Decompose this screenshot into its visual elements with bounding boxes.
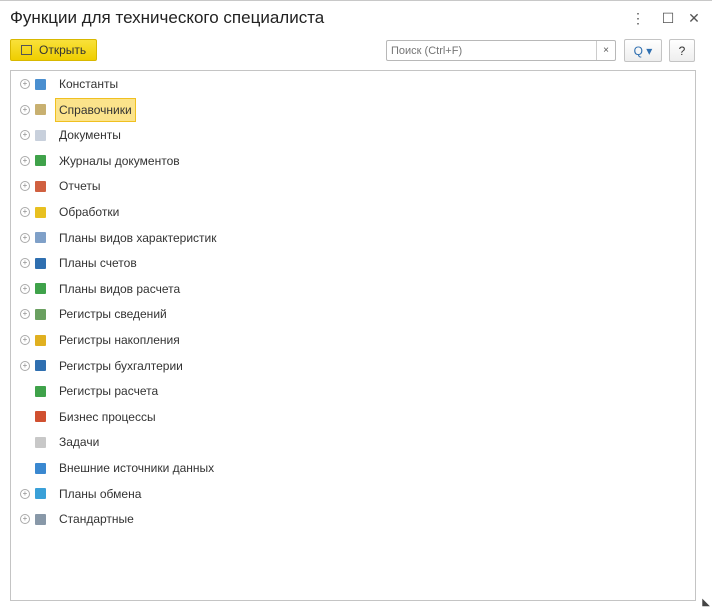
expand-icon[interactable]: + (20, 79, 30, 89)
object-type-icon (35, 436, 46, 448)
tree-item-label[interactable]: Задачи (55, 432, 103, 452)
tree-item-label[interactable]: Документы (55, 125, 125, 145)
object-type-icon (35, 104, 46, 116)
object-type-icon (35, 411, 46, 423)
maximize-icon[interactable]: ☐ (661, 10, 675, 27)
tree-item-label[interactable]: Регистры расчета (55, 381, 162, 401)
search-input[interactable] (387, 41, 596, 60)
expand-icon[interactable]: + (20, 181, 30, 192)
tree-item-label[interactable]: Регистры сведений (55, 304, 171, 324)
tree-item-label[interactable]: Справочники (55, 97, 136, 122)
object-type-icon (35, 308, 46, 320)
close-icon[interactable]: ✕ (687, 10, 701, 27)
object-type-icon (35, 283, 46, 295)
tree-item-label[interactable]: Журналы документов (55, 151, 184, 171)
tree-item-label[interactable]: Обработки (55, 202, 123, 222)
expand-icon[interactable]: + (20, 207, 30, 217)
metadata-tree[interactable]: + Константы + Справочники + Документы + Журналы… (10, 70, 696, 601)
resize-handle[interactable]: ◣ (702, 597, 710, 608)
tree-item-label[interactable]: Планы счетов (55, 253, 141, 273)
object-type-icon (35, 257, 46, 269)
expand-icon[interactable]: + (20, 309, 30, 320)
open-button[interactable]: Открыть (10, 39, 97, 61)
window-title: Функции для технического специалиста (10, 8, 325, 27)
expand-icon[interactable]: + (20, 232, 30, 243)
tree-item-label[interactable]: Внешние источники данных (55, 458, 218, 478)
open-icon (21, 45, 32, 55)
open-button-label: Открыть (39, 43, 87, 57)
tree-item-label[interactable]: Регистры накопления (55, 330, 184, 350)
expand-icon[interactable]: + (20, 104, 30, 115)
expand-icon[interactable]: + (20, 155, 30, 166)
clear-search-button[interactable]: × (596, 41, 615, 60)
tree-item-label[interactable]: Планы видов расчета (55, 279, 184, 299)
expand-icon[interactable]: + (20, 130, 30, 141)
expand-icon[interactable]: + (20, 335, 30, 345)
expand-icon[interactable]: + (20, 360, 30, 371)
help-button[interactable]: ? (669, 39, 695, 62)
object-type-icon (35, 385, 46, 397)
more-icon[interactable]: ⋮ (631, 10, 645, 27)
object-type-icon (35, 78, 46, 90)
expand-icon[interactable]: + (20, 488, 30, 499)
tree-item-label[interactable]: Константы (55, 74, 122, 94)
tree-item-label[interactable]: Планы обмена (55, 484, 145, 504)
tree-item-label[interactable]: Регистры бухгалтерии (55, 356, 187, 376)
object-type-icon (35, 462, 46, 474)
object-type-icon (35, 180, 46, 192)
search-options-button[interactable]: Q ▾ (624, 39, 662, 62)
tree-item-label[interactable]: Отчеты (55, 176, 104, 196)
tree-item-label[interactable]: Стандартные (55, 509, 138, 529)
object-type-icon (35, 232, 46, 244)
tree-item-label[interactable]: Бизнес процессы (55, 407, 160, 427)
object-type-icon (35, 129, 46, 141)
tree-item-label[interactable]: Планы видов характеристик (55, 228, 220, 248)
object-type-icon (35, 513, 46, 525)
object-type-icon (35, 334, 46, 346)
expand-icon[interactable]: + (20, 514, 30, 525)
object-type-icon (35, 206, 46, 218)
object-type-icon (35, 155, 46, 167)
object-type-icon (35, 488, 46, 500)
search-field[interactable]: × (386, 40, 616, 61)
expand-icon[interactable]: + (20, 283, 30, 294)
object-type-icon (35, 360, 46, 372)
expand-icon[interactable]: + (20, 258, 30, 269)
window-top-border (0, 0, 712, 1)
